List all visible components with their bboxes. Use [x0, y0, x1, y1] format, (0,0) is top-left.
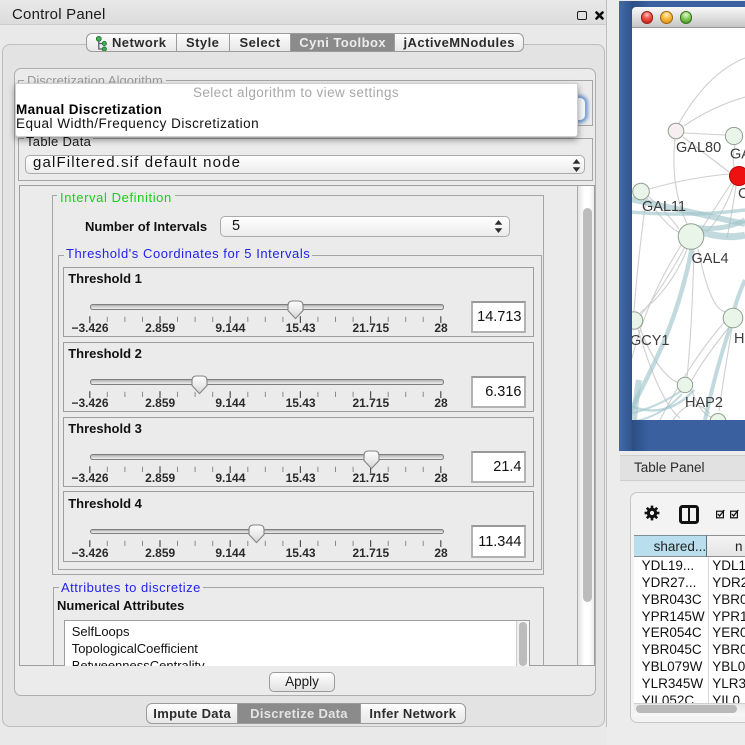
svg-text:GAL80: GAL80 [676, 140, 721, 156]
svg-text:GA: GA [730, 147, 745, 163]
svg-text:GAL11: GAL11 [642, 199, 686, 215]
svg-text:H: H [734, 331, 744, 347]
svg-text:HAP2: HAP2 [685, 395, 723, 411]
svg-text:C: C [738, 186, 745, 202]
svg-text:GAL4: GAL4 [692, 251, 729, 267]
svg-text:GCY1: GCY1 [632, 333, 670, 349]
